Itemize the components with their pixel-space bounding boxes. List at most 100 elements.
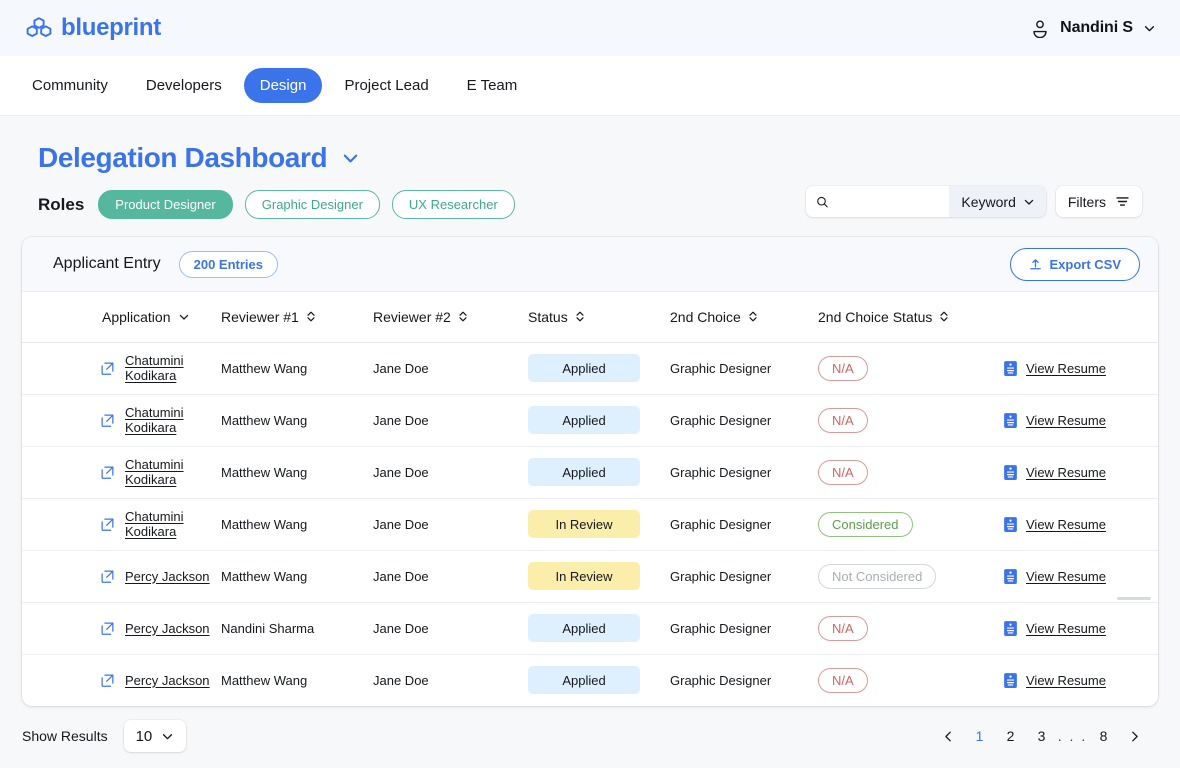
table-row: Chatumini Kodikara Matthew Wang Jane Doe Ap… <box>22 342 1158 395</box>
cell-reviewer-2: Jane Doe <box>373 602 528 655</box>
pagination-page-8[interactable]: 8 <box>1088 721 1119 751</box>
page-size-select[interactable]: 10 <box>123 720 187 752</box>
pagination-page-1[interactable]: 1 <box>964 721 995 751</box>
table-row: Chatumini Kodikara Matthew Wang Jane Doe Ap… <box>22 446 1158 499</box>
cell-resume: View Resume <box>1003 342 1158 395</box>
cell-second-choice-status: Considered <box>818 498 1003 551</box>
nav-item-project-lead[interactable]: Project Lead <box>328 68 444 103</box>
role-pill-ux-researcher[interactable]: UX Researcher <box>391 190 515 219</box>
search-scope-select[interactable]: Keyword <box>949 186 1046 217</box>
sort-updown-icon <box>307 311 315 322</box>
cell-second-choice: Graphic Designer <box>670 602 818 655</box>
person-icon <box>1033 20 1047 38</box>
application-link[interactable]: Chatumini Kodikara <box>125 457 221 487</box>
cell-second-choice: Graphic Designer <box>670 394 818 447</box>
chevron-right-icon <box>1132 731 1138 741</box>
cell-status: Applied <box>528 654 670 706</box>
pagination-next-button[interactable] <box>1119 721 1150 751</box>
pagination-pages: 123. . .8 <box>964 721 1119 751</box>
pagination-prev-button[interactable] <box>933 721 964 751</box>
chevron-down-icon[interactable] <box>341 149 360 168</box>
cell-reviewer-2: Jane Doe <box>373 550 528 603</box>
nav-item-developers[interactable]: Developers <box>130 68 238 103</box>
cell-status: Applied <box>528 394 670 447</box>
chevron-down-icon <box>1024 199 1034 205</box>
filters-button[interactable]: Filters <box>1055 186 1142 217</box>
view-resume-link[interactable]: View Resume <box>1026 465 1106 480</box>
view-resume-link[interactable]: View Resume <box>1026 569 1106 584</box>
status-badge: In Review <box>528 562 640 590</box>
cell-resume: View Resume <box>1003 654 1158 706</box>
cell-reviewer-2: Jane Doe <box>373 342 528 395</box>
second-choice-status-badge: Not Considered <box>818 563 937 589</box>
application-link[interactable]: Percy Jackson <box>125 621 210 636</box>
cell-second-choice: Graphic Designer <box>670 342 818 395</box>
column-header-status[interactable]: Status <box>528 292 670 343</box>
column-label-status: Status <box>528 308 568 325</box>
table-row: Percy Jackson Matthew Wang Jane Doe Applied… <box>22 654 1158 706</box>
application-link[interactable]: Chatumini Kodikara <box>125 353 221 383</box>
search-scope-label: Keyword <box>961 193 1016 210</box>
search-field <box>806 186 950 217</box>
table-header-row: Application Reviewer #1 Reviewer #2 Stat… <box>22 292 1158 343</box>
column-header-reviewer-1[interactable]: Reviewer #1 <box>221 292 373 343</box>
document-icon <box>1004 568 1017 584</box>
sort-updown-icon <box>459 311 467 322</box>
cell-reviewer-1: Matthew Wang <box>221 672 308 688</box>
cell-resume: View Resume <box>1003 550 1158 603</box>
column-header-second-choice[interactable]: 2nd Choice <box>670 292 818 343</box>
cell-reviewer-2: Jane Doe <box>373 672 429 688</box>
column-header-reviewer-2[interactable]: Reviewer #2 <box>373 292 528 343</box>
brand-logo[interactable]: blueprint <box>26 14 161 42</box>
card-header: Applicant Entry 200 Entries Export CSV <box>22 237 1158 292</box>
table-row: Percy Jackson Nandini Sharma Jane Doe Appli… <box>22 602 1158 655</box>
page-title-row: Delegation Dashboard <box>38 142 1158 174</box>
cell-status: In Review <box>528 550 670 603</box>
column-header-application[interactable]: Application <box>22 292 221 343</box>
view-resume-link[interactable]: View Resume <box>1026 517 1106 532</box>
page-title: Delegation Dashboard <box>38 142 328 173</box>
status-badge: Applied <box>528 354 640 382</box>
nav-item-design[interactable]: Design <box>243 68 323 103</box>
document-icon <box>1004 360 1017 376</box>
external-link-icon <box>101 570 114 583</box>
export-csv-button[interactable]: Export CSV <box>1010 247 1140 281</box>
search-input[interactable] <box>829 186 950 217</box>
show-results-group: Show Results 10 <box>22 720 187 752</box>
pagination-page-2[interactable]: 2 <box>995 721 1026 751</box>
status-badge: In Review <box>528 510 640 538</box>
cell-second-choice-status: Not Considered <box>818 550 1003 603</box>
sort-updown-icon <box>940 311 949 322</box>
application-link[interactable]: Percy Jackson <box>125 673 210 688</box>
column-header-second-choice-status[interactable]: 2nd Choice Status <box>818 292 1003 343</box>
view-resume-link[interactable]: View Resume <box>1026 673 1106 688</box>
column-header-resume <box>1003 292 1158 343</box>
table-header: Application Reviewer #1 Reviewer #2 Stat… <box>22 292 1158 343</box>
brand-name: blueprint <box>61 14 161 41</box>
application-link[interactable]: Chatumini Kodikara <box>125 509 221 539</box>
table-scrollbar[interactable] <box>1117 597 1151 600</box>
filter-icon <box>1116 197 1129 206</box>
entries-count-badge: 200 Entries <box>178 250 278 278</box>
sort-updown-icon <box>749 311 757 322</box>
role-pill-graphic-designer[interactable]: Graphic Designer <box>244 190 380 219</box>
cell-application: Percy Jackson <box>22 602 221 655</box>
chevron-down-icon <box>1144 25 1155 31</box>
nav-item-e-team[interactable]: E Team <box>451 68 534 103</box>
upload-icon <box>1030 258 1042 269</box>
application-link[interactable]: Chatumini Kodikara <box>125 405 221 435</box>
table-row: Chatumini Kodikara Matthew Wang Jane Doe Ap… <box>22 394 1158 447</box>
application-link[interactable]: Percy Jackson <box>125 569 210 584</box>
cell-application: Chatumini Kodikara <box>22 394 221 447</box>
view-resume-link[interactable]: View Resume <box>1026 621 1106 636</box>
user-menu[interactable]: Nandini S <box>1030 18 1156 38</box>
status-badge: Applied <box>528 406 640 434</box>
nav-item-community[interactable]: Community <box>16 68 124 103</box>
page-size-value: 10 <box>135 727 153 745</box>
role-pill-product-designer[interactable]: Product Designer <box>98 190 233 219</box>
column-label-second-choice: 2nd Choice <box>670 308 741 325</box>
pagination-page-3[interactable]: 3 <box>1026 721 1057 751</box>
view-resume-link[interactable]: View Resume <box>1026 413 1106 428</box>
cell-second-choice-status: N/A <box>818 602 1003 655</box>
view-resume-link[interactable]: View Resume <box>1026 361 1106 376</box>
